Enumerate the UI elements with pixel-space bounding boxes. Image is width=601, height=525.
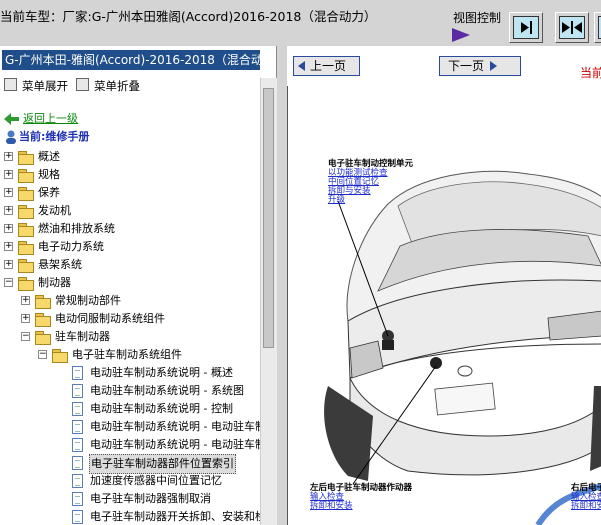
scrollbar-thumb[interactable] — [263, 88, 274, 348]
page-nav-bar: 上一页 下一页 当前文 — [287, 46, 601, 86]
document-icon — [72, 474, 83, 488]
collapse-icon — [76, 78, 89, 91]
menu-expand-label: 菜单展开 — [22, 79, 68, 93]
document-icon — [72, 420, 83, 434]
current-doc-label: 当前文 — [580, 66, 601, 80]
document-icon — [72, 366, 83, 380]
tree-doc-label: 电动驻车制动系统说明 - 电动驻车制 — [90, 438, 260, 451]
menu-collapse-button[interactable]: 菜单折叠 — [76, 78, 140, 94]
expand-plus-icon[interactable]: + — [21, 296, 30, 305]
expand-icon — [4, 78, 17, 91]
document-icon — [72, 438, 83, 452]
tree-doc-label: 电子驻车制动器强制取消 — [90, 492, 211, 505]
expand-plus-icon[interactable]: + — [4, 206, 13, 215]
callout-right-epb-actuator: 右后电子驻车 输入检查 拆卸和安装 — [571, 484, 601, 511]
tree-item-label: 驻车制动器 — [55, 330, 110, 343]
back-label: 返回上一级 — [23, 112, 78, 125]
panel-right-arrow-icon — [521, 21, 532, 34]
content-panel: 上一页 下一页 当前文 — [277, 46, 601, 525]
left-triangle-icon — [298, 61, 305, 71]
back-arrow-icon — [4, 113, 19, 125]
tree-doc-label: 电动驻车制动系统说明 - 概述 — [90, 366, 233, 379]
collapse-minus-icon[interactable]: − — [4, 278, 13, 287]
folder-icon — [18, 205, 34, 219]
collapse-panel-button[interactable] — [509, 12, 543, 43]
collapse-minus-icon[interactable]: − — [21, 332, 30, 341]
tree-item-label: 制动器 — [38, 276, 71, 289]
tree-item-label: 概述 — [38, 150, 60, 163]
vehicle-rear-illustration — [324, 170, 601, 525]
document-icon — [72, 456, 83, 470]
tree-doc-label: 电子驻车制动器开关拆卸、安装和检 — [90, 510, 260, 523]
model-title-bar: G-广州本田-雅阁(Accord)-2016-2018（混合动力 — [2, 50, 260, 70]
document-icon — [72, 492, 83, 506]
folder-icon — [18, 187, 34, 201]
prev-page-button[interactable]: 上一页 — [293, 56, 360, 76]
folder-open-icon — [35, 331, 51, 345]
user-icon — [6, 130, 16, 144]
document-icon — [72, 384, 83, 398]
tree-doc-label: 电动驻车制动系统说明 - 控制 — [90, 402, 233, 415]
expand-plus-icon[interactable]: + — [4, 170, 13, 179]
tree-item-label: 燃油和排放系统 — [38, 222, 115, 235]
folder-icon — [18, 241, 34, 255]
navigation-panel: G-广州本田-雅阁(Accord)-2016-2018（混合动力 菜单展开 菜单… — [0, 46, 277, 525]
folder-icon — [18, 151, 34, 165]
tree-item-label: 悬架系统 — [38, 258, 82, 271]
document-icon — [72, 402, 83, 416]
current-location-label: 当前:维修手册 — [19, 130, 90, 143]
collapse-minus-icon[interactable]: − — [38, 350, 47, 359]
tree-doc-label: 电子驻车制动器部件位置索引 — [89, 454, 236, 474]
tree-doc-label: 电动驻车制动系统说明 - 系统图 — [90, 384, 244, 397]
tree-item-label: 常规制动部件 — [55, 294, 121, 307]
tree-scrollbar[interactable] — [260, 78, 277, 525]
tree-doc-label: 电动驻车制动系统说明 - 电动驻车制 — [90, 420, 260, 433]
tree-item-label: 电子驻车制动系统组件 — [72, 348, 182, 361]
folder-open-icon — [18, 277, 34, 291]
top-bar: 当前车型：厂家:G-广州本田雅阁(Accord)2016-2018（混合动力） … — [0, 0, 601, 46]
document-view: 电子驻车制动控制单元 以功能测试检查 中间位置记忆 拆卸与安装 升级 左后电子驻… — [287, 86, 601, 525]
callout-link[interactable]: 拆卸和安装 — [571, 502, 601, 511]
tree-item-label: 电动伺服制动系统组件 — [55, 312, 165, 325]
tree-doc-label: 加速度传感器中间位置记忆 — [90, 474, 222, 487]
expand-plus-icon[interactable]: + — [4, 224, 13, 233]
extra-view-button[interactable] — [594, 12, 601, 43]
expand-plus-icon[interactable]: + — [4, 152, 13, 161]
tree-item-label: 发动机 — [38, 204, 71, 217]
callout-link[interactable]: 升级 — [328, 196, 413, 205]
prev-page-label: 上一页 — [310, 59, 347, 73]
callout-left-epb-actuator: 左后电子驻车制动器作动器 输入检查 拆卸和安装 — [310, 484, 412, 511]
view-control-label: 视图控制 — [453, 11, 502, 25]
document-icon — [72, 510, 83, 524]
manual-tree: 返回上一级 当前:维修手册 + 概述 + 规格 + 保养 + 发动机 + 燃油和排放系统 … — [0, 108, 260, 525]
expand-plus-icon[interactable]: + — [4, 188, 13, 197]
folder-icon — [18, 259, 34, 273]
tree-item-label: 保养 — [38, 186, 60, 199]
expand-plus-icon[interactable]: + — [21, 314, 30, 323]
expand-plus-icon[interactable]: + — [4, 260, 13, 269]
callout-link[interactable]: 拆卸和安装 — [310, 502, 412, 511]
folder-icon — [18, 223, 34, 237]
menu-collapse-label: 菜单折叠 — [94, 79, 140, 93]
tree-item-label: 规格 — [38, 168, 60, 181]
expand-plus-icon[interactable]: + — [4, 242, 13, 251]
view-control-arrow-icon — [452, 28, 470, 42]
folder-icon — [35, 313, 51, 327]
folder-icon — [35, 295, 51, 309]
folder-open-icon — [52, 349, 68, 363]
tree-item-label: 电子动力系统 — [38, 240, 104, 253]
callout-epb-control-unit: 电子驻车制动控制单元 以功能测试检查 中间位置记忆 拆卸与安装 升级 — [328, 160, 413, 205]
current-vehicle-label: 当前车型：厂家:G-广州本田雅阁(Accord)2016-2018（混合动力） — [0, 9, 377, 24]
folder-icon — [18, 169, 34, 183]
split-view-icon — [562, 21, 582, 34]
right-triangle-icon — [490, 61, 498, 71]
split-view-button[interactable] — [555, 12, 589, 43]
next-page-label: 下一页 — [448, 59, 485, 73]
menu-expand-button[interactable]: 菜单展开 — [4, 78, 68, 94]
next-page-button[interactable]: 下一页 — [439, 56, 521, 76]
